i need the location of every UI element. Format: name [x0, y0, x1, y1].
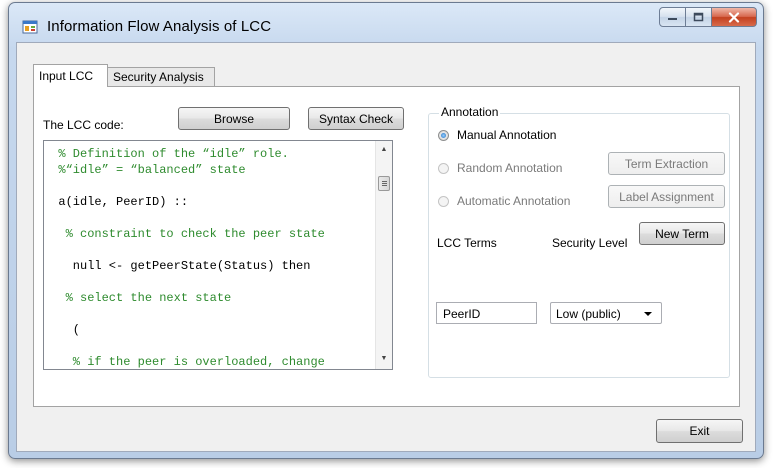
code-line: a(idle, PeerID) ::: [44, 195, 189, 209]
maximize-icon: [693, 12, 704, 22]
tab-security-analysis[interactable]: Security Analysis: [107, 67, 215, 86]
tab-panel-input-lcc: The LCC code: Browse Syntax Check % Defi…: [33, 86, 740, 407]
code-line: (: [44, 323, 81, 337]
code-line: % select the next state: [44, 291, 232, 305]
title-bar[interactable]: Information Flow Analysis of LCC: [9, 3, 763, 43]
security-level-select[interactable]: Low (public): [550, 302, 662, 324]
app-window: Information Flow Analysis of LCC Input L…: [8, 2, 764, 459]
close-icon: [728, 11, 740, 23]
code-scrollbar[interactable]: ▲ ▼: [375, 141, 392, 369]
security-level-label: Security Level: [552, 236, 628, 250]
scroll-down-arrow-icon[interactable]: ▼: [378, 353, 390, 365]
term-extraction-button[interactable]: Term Extraction: [608, 152, 725, 175]
automatic-annotation-radio[interactable]: Automatic Annotation: [438, 194, 570, 208]
scroll-up-arrow-icon[interactable]: ▲: [378, 144, 390, 156]
lcc-code-label: The LCC code:: [43, 118, 124, 132]
code-line: % if the peer is overloaded, change: [44, 355, 325, 369]
close-button[interactable]: [712, 7, 757, 27]
lcc-terms-label: LCC Terms: [437, 236, 497, 250]
lcc-code-editor[interactable]: % Definition of the “idle” role. %“idle”…: [43, 140, 393, 370]
chevron-down-icon: [644, 312, 652, 316]
radio-unselected-icon: [438, 195, 449, 207]
code-line: %“idle” = “balanced” state: [44, 163, 246, 177]
syntax-check-button[interactable]: Syntax Check: [308, 107, 404, 130]
exit-button[interactable]: Exit: [656, 419, 743, 443]
security-level-value: Low (public): [556, 307, 621, 321]
manual-annotation-radio[interactable]: Manual Annotation: [438, 128, 556, 142]
minimize-button[interactable]: [659, 7, 686, 27]
window-title: Information Flow Analysis of LCC: [47, 18, 272, 35]
code-line: null <- getPeerState(Status) then: [44, 259, 311, 273]
tab-input-lcc[interactable]: Input LCC: [33, 64, 108, 87]
minimize-icon: [668, 18, 677, 20]
app-icon: [22, 20, 38, 34]
automatic-annotation-label: Automatic Annotation: [457, 194, 571, 208]
client-area: Input LCC Security Analysis The LCC code…: [16, 42, 756, 452]
radio-selected-icon: [438, 129, 449, 141]
code-line: % constraint to check the peer state: [44, 227, 325, 241]
new-term-button[interactable]: New Term: [639, 222, 725, 245]
scroll-thumb[interactable]: [378, 176, 390, 191]
code-line: % Definition of the “idle” role.: [44, 147, 289, 161]
label-assignment-button[interactable]: Label Assignment: [608, 185, 725, 208]
lcc-term-input[interactable]: PeerID: [436, 302, 537, 324]
manual-annotation-label: Manual Annotation: [457, 128, 557, 142]
annotation-group-title: Annotation: [439, 105, 501, 119]
radio-unselected-icon: [438, 162, 449, 174]
random-annotation-radio[interactable]: Random Annotation: [438, 161, 562, 175]
browse-button[interactable]: Browse: [178, 107, 290, 130]
maximize-button[interactable]: [686, 7, 712, 27]
random-annotation-label: Random Annotation: [457, 161, 563, 175]
caption-buttons: [659, 7, 757, 29]
code-text[interactable]: % Definition of the “idle” role. %“idle”…: [44, 141, 376, 369]
